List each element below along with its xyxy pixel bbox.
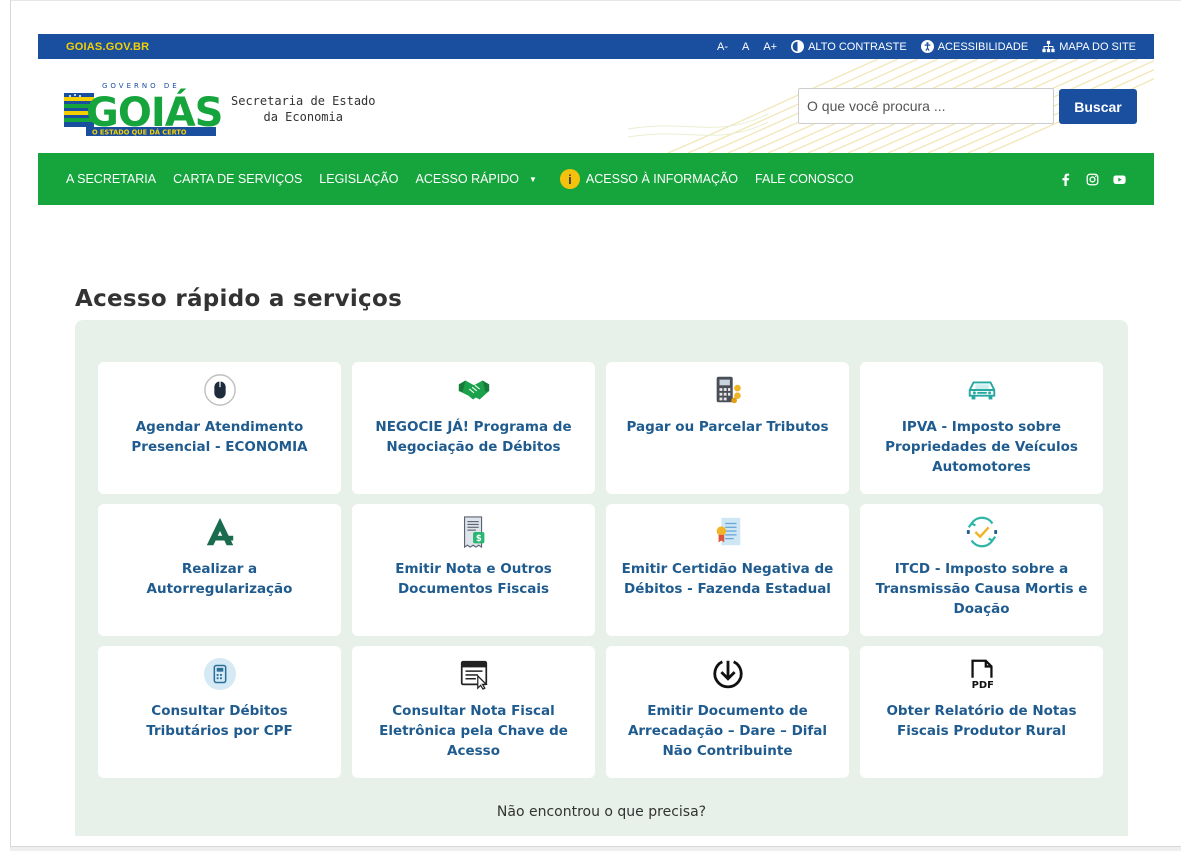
browser-click-icon [454,654,494,694]
nav-acesso-a-informacao[interactable]: i ACESSO À INFORMAÇÃO [554,169,738,189]
section-title: Acesso rápido a serviços [75,286,403,312]
svg-text:GOVERNO DE: GOVERNO DE [102,82,180,90]
service-card-label: ITCD - Imposto sobre a Transmissão Causa… [875,561,1088,617]
service-card-consultar-nfe[interactable]: Consultar Nota Fiscal Eletrônica pela Ch… [352,646,595,778]
nav-a-secretaria[interactable]: A SECRETARIA [66,172,156,186]
main-nav: A SECRETARIA CARTA DE SERVIÇOS LEGISLAÇÃ… [38,153,1154,205]
accessibility-label: ACESSIBILIDADE [937,40,1029,53]
svg-text:O ESTADO QUE DÁ CERTO: O ESTADO QUE DÁ CERTO [92,128,187,137]
goias-logo-image: GOVERNO DE GOIÁS O ESTADO QUE DÁ CERTO [64,82,223,137]
page-bottom-edge [10,846,1181,851]
font-increase-button[interactable]: A+ [763,41,777,53]
service-card-ipva[interactable]: IPVA - Imposto sobre Propriedades de Veí… [860,362,1103,494]
nav-carta-de-servicos[interactable]: CARTA DE SERVIÇOS [173,172,302,186]
pdf-file-icon: PDF [962,654,1002,694]
autorregularizacao-icon [200,512,240,552]
social-links [1059,173,1126,186]
service-card-label: Consultar Débitos Tributários por CPF [146,703,293,739]
accessibility-button[interactable]: ACESSIBILIDADE [920,40,1029,53]
svg-text:PDF: PDF [971,680,993,691]
service-card-emitir-nota[interactable]: $ Emitir Nota e Outros Documentos Fiscai… [352,504,595,636]
info-icon: i [559,169,580,189]
service-card-itcd[interactable]: ITCD - Imposto sobre a Transmissão Causa… [860,504,1103,636]
instagram-icon[interactable] [1086,173,1099,186]
nav-acesso-rapido[interactable]: ACESSO RÁPIDO ▼ [416,172,537,186]
quick-access-panel: Agendar Atendimento Presencial - ECONOMI… [75,320,1128,836]
sitemap-label: MAPA DO SITE [1059,40,1136,53]
service-card-autorregularizacao[interactable]: Realizar a Autorregularização [98,504,341,636]
utility-bar: GOIAS.GOV.BR A- A A+ ALTO CONTRASTE ACES… [38,34,1154,59]
service-card-label: IPVA - Imposto sobre Propriedades de Veí… [885,419,1078,475]
high-contrast-label: ALTO CONTRASTE [808,40,907,53]
chevron-down-icon: ▼ [529,174,537,184]
utility-links: A- A A+ ALTO CONTRASTE ACESSIBILIDADE MA… [717,40,1136,53]
service-card-label: Consultar Nota Fiscal Eletrônica pela Ch… [379,703,568,759]
nav-label: ACESSO À INFORMAÇÃO [585,172,739,186]
car-icon [962,370,1002,410]
not-found-link[interactable]: Não encontrou o que precisa? [75,804,1128,820]
nav-label: LEGISLAÇÃO [319,172,399,186]
certificate-icon [708,512,748,552]
service-card-label: Realizar a Autorregularização [146,561,293,597]
goias-gov-link[interactable]: GOIAS.GOV.BR [66,41,149,53]
nav-fale-conosco[interactable]: FALE CONOSCO [755,172,854,186]
sitemap-icon [1042,40,1055,53]
service-card-label: Emitir Nota e Outros Documentos Fiscais [395,561,552,597]
nav-legislacao[interactable]: LEGISLAÇÃO [319,172,398,186]
calculator-coins-icon [708,370,748,410]
contrast-icon [791,40,805,53]
service-card-emitir-dare[interactable]: Emitir Documento de Arrecadação – Dare –… [606,646,849,778]
font-normal-button[interactable]: A [742,41,749,53]
calculator-circle-icon [200,654,240,694]
svg-text:$: $ [475,534,481,544]
service-card-consultar-debitos-cpf[interactable]: Consultar Débitos Tributários por CPF [98,646,341,778]
secretaria-line1: Secretaria de Estado [231,94,376,108]
services-grid: Agendar Atendimento Presencial - ECONOMI… [98,362,1103,778]
nav-label: A SECRETARIA [66,172,157,186]
service-card-label: Emitir Documento de Arrecadação – Dare –… [627,703,828,759]
sitemap-button[interactable]: MAPA DO SITE [1042,40,1136,53]
service-card-label: Agendar Atendimento Presencial - ECONOMI… [131,419,308,455]
high-contrast-button[interactable]: ALTO CONTRASTE [791,40,907,53]
service-card-negocie-ja[interactable]: NEGOCIE JÁ! Programa de Negociação de Dé… [352,362,595,494]
service-card-agendar-atendimento[interactable]: Agendar Atendimento Presencial - ECONOMI… [98,362,341,494]
accessibility-icon [920,40,934,53]
receipt-icon: $ [454,512,494,552]
service-card-certidao-negativa[interactable]: Emitir Certidão Negativa de Débitos - Fa… [606,504,849,636]
mouse-icon [200,370,240,410]
service-card-label: Obter Relatório de Notas Fiscais Produto… [886,703,1077,739]
facebook-icon[interactable] [1059,173,1072,186]
transfer-check-icon [962,512,1002,552]
search-input[interactable] [798,88,1054,124]
service-card-relatorio-produtor-rural[interactable]: PDF Obter Relatório de Notas Fiscais Pro… [860,646,1103,778]
goias-logo[interactable]: GOVERNO DE GOIÁS O ESTADO QUE DÁ CERTO [64,79,224,137]
nav-label: ACESSO RÁPIDO [415,172,520,186]
search-button[interactable]: Buscar [1059,89,1137,124]
nav-label: CARTA DE SERVIÇOS [173,172,303,186]
secretaria-line2: da Economia [263,110,343,124]
service-card-label: Pagar ou Parcelar Tributos [626,419,829,435]
secretaria-title: Secretaria de Estado da Economia [231,93,376,125]
nav-label: FALE CONOSCO [755,172,854,186]
site-header: GOVERNO DE GOIÁS O ESTADO QUE DÁ CERTO S… [38,59,1154,153]
youtube-icon[interactable] [1113,173,1126,186]
service-card-pagar-parcelar[interactable]: Pagar ou Parcelar Tributos [606,362,849,494]
service-card-label: Emitir Certidão Negativa de Débitos - Fa… [621,561,834,597]
handshake-icon [454,370,494,410]
service-card-label: NEGOCIE JÁ! Programa de Negociação de Dé… [375,419,572,455]
download-circle-icon [708,654,748,694]
font-decrease-button[interactable]: A- [717,41,728,53]
